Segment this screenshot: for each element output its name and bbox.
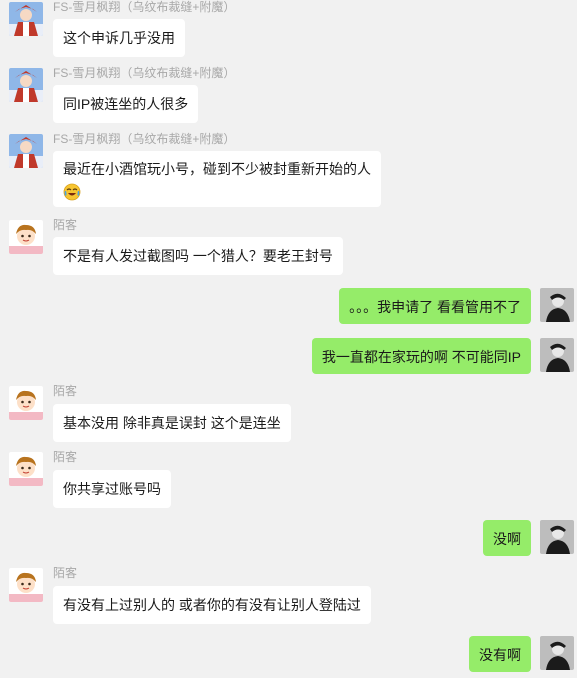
photo-person-avatar-icon[interactable] [540, 636, 574, 670]
message-bubble[interactable]: 没啊 [483, 520, 531, 556]
sender-name: FS-雪月枫翔（乌纹布裁缝+附魔） [53, 0, 236, 14]
crying-laughing-emoji-icon [63, 183, 81, 201]
anime-character-avatar-icon[interactable] [9, 2, 43, 36]
cartoon-child-avatar-icon[interactable] [9, 386, 43, 420]
chat-message-list[interactable]: FS-雪月枫翔（乌纹布裁缝+附魔） 这个申诉几乎没用 FS-雪月枫翔（乌纹布裁缝… [0, 0, 577, 678]
message-bubble[interactable]: 同IP被连坐的人很多 [53, 85, 199, 123]
message-bubble[interactable]: 不是有人发过截图吗 一个猎人？要老王封号 [53, 237, 343, 275]
sender-name: FS-雪月枫翔（乌纹布裁缝+附魔） [53, 132, 236, 146]
message-bubble[interactable]: 最近在小酒馆玩小号，碰到不少被封重新开始的人 [53, 151, 381, 207]
cartoon-child-avatar-icon[interactable] [9, 568, 43, 602]
sender-name: 陌客 [53, 218, 78, 232]
message-bubble[interactable]: 有没有上过别人的 或者你的有没有让别人登陆过 [53, 586, 371, 624]
sender-name: 陌客 [53, 384, 78, 398]
sender-name: FS-雪月枫翔（乌纹布裁缝+附魔） [53, 66, 236, 80]
message-bubble[interactable]: 基本没用 除非真是误封 这个是连坐 [53, 404, 291, 442]
message-bubble[interactable]: 你共享过账号吗 [53, 470, 171, 508]
message-bubble[interactable]: 。。。我申请了 看看管用不了 [339, 288, 531, 324]
photo-person-avatar-icon[interactable] [540, 520, 574, 554]
anime-character-avatar-icon[interactable] [9, 134, 43, 168]
message-text: 最近在小酒馆玩小号，碰到不少被封重新开始的人 [63, 161, 371, 177]
message-bubble[interactable]: 我一直都在家玩的啊 不可能同IP [311, 338, 531, 374]
photo-person-avatar-icon[interactable] [540, 288, 574, 322]
message-bubble[interactable]: 没有啊 [469, 636, 531, 672]
cartoon-child-avatar-icon[interactable] [9, 220, 43, 254]
cartoon-child-avatar-icon[interactable] [9, 452, 43, 486]
photo-person-avatar-icon[interactable] [540, 338, 574, 372]
sender-name: 陌客 [53, 566, 78, 580]
message-bubble[interactable]: 这个申诉几乎没用 [53, 19, 185, 57]
sender-name: 陌客 [53, 450, 78, 464]
anime-character-avatar-icon[interactable] [9, 68, 43, 102]
